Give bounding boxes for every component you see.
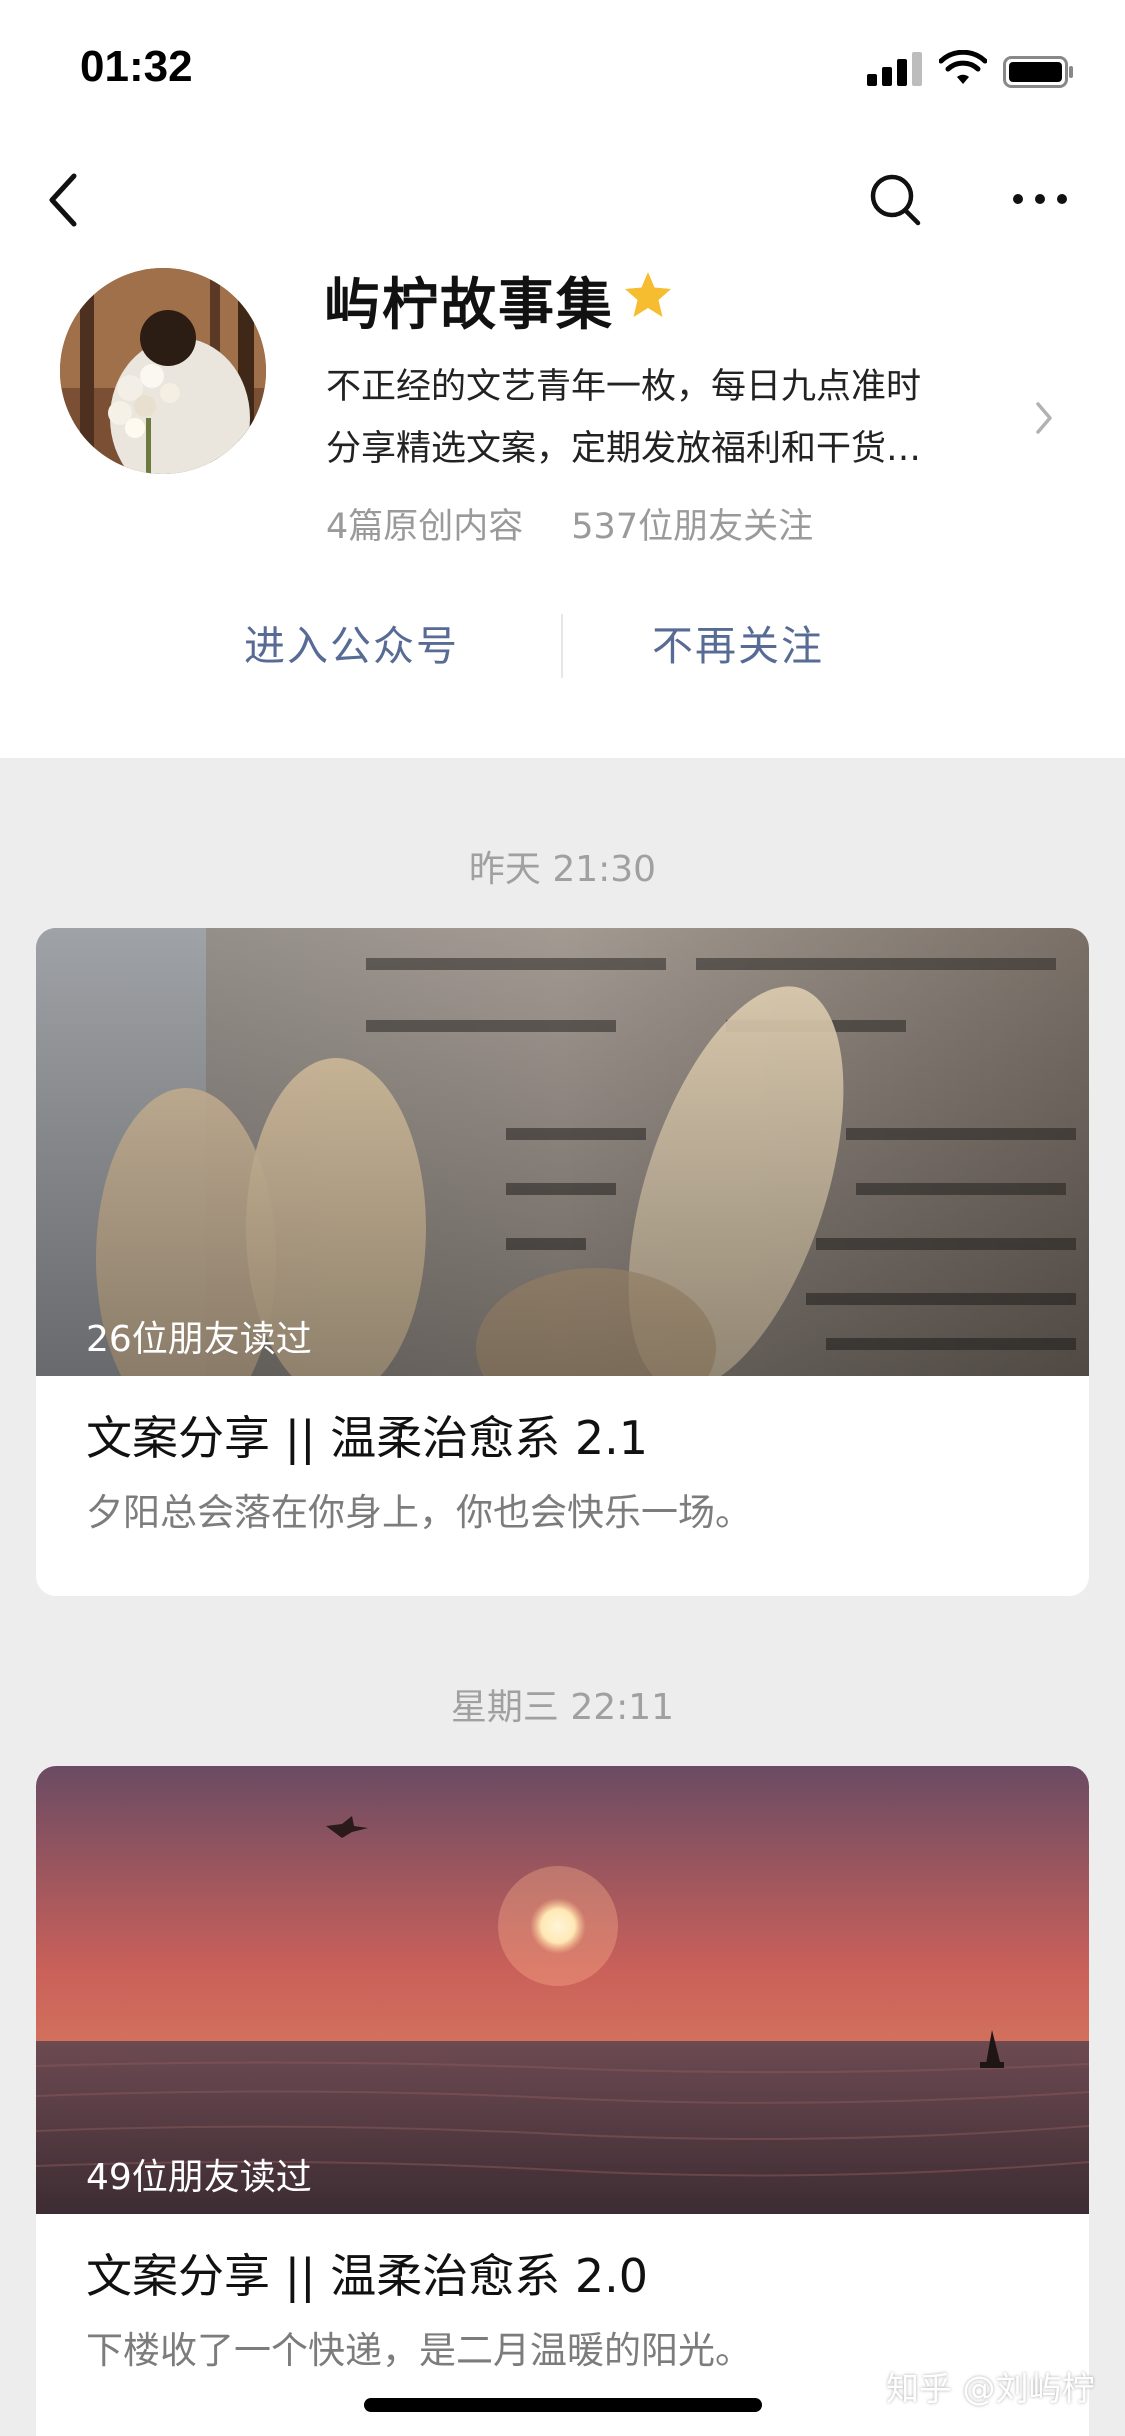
back-icon[interactable]	[42, 170, 86, 230]
article-cover-image	[36, 928, 1089, 1376]
more-icon[interactable]	[1010, 182, 1070, 216]
avatar[interactable]	[60, 268, 266, 474]
status-time: 01:32	[80, 42, 193, 91]
original-count: 4篇原创内容	[326, 507, 524, 547]
description-line: 分享精选文案，定期发放福利和干货…	[326, 429, 922, 469]
unfollow-button[interactable]: 不再关注	[652, 612, 824, 672]
article-summary: 下楼收了一个快递，是二月温暖的阳光。	[86, 2329, 752, 2372]
star-icon	[625, 272, 671, 317]
account-stats: 4篇原创内容 537位朋友关注	[326, 498, 813, 549]
battery-icon	[1003, 56, 1073, 88]
enter-account-button[interactable]: 进入公众号	[244, 612, 459, 672]
status-icons	[867, 50, 1087, 90]
watermark: 知乎 @刘屿柠	[886, 2369, 1095, 2408]
action-divider	[561, 614, 563, 678]
home-indicator[interactable]	[364, 2398, 762, 2412]
article-title: 文案分享 || 温柔治愈系 2.1	[86, 1411, 649, 1465]
account-name: 屿柠故事集	[324, 273, 614, 338]
read-count: 26位朋友读过	[86, 1319, 312, 1360]
article-card[interactable]: 49位朋友读过 文案分享 || 温柔治愈系 2.0 下楼收了一个快递，是二月温暖…	[36, 1766, 1089, 2436]
article-card[interactable]: 26位朋友读过 文案分享 || 温柔治愈系 2.1 夕阳总会落在你身上，你也会快…	[36, 928, 1089, 1596]
post-time: 星期三 22:11	[450, 1687, 675, 1728]
read-count: 49位朋友读过	[86, 2157, 312, 2198]
article-title: 文案分享 || 温柔治愈系 2.0	[86, 2249, 649, 2303]
account-description[interactable]: 不正经的文艺青年一枚，每日九点准时 分享精选文案，定期发放福利和干货…	[326, 356, 1026, 480]
description-line: 不正经的文艺青年一枚，每日九点准时	[326, 367, 922, 407]
post-time: 昨天 21:30	[468, 849, 657, 890]
article-summary: 夕阳总会落在你身上，你也会快乐一场。	[86, 1491, 752, 1534]
search-icon[interactable]	[868, 170, 924, 230]
chevron-right-icon[interactable]	[1030, 398, 1058, 438]
signal-icon	[867, 50, 923, 90]
article-cover-image	[36, 1766, 1089, 2214]
follower-count: 537位朋友关注	[571, 507, 814, 547]
wifi-icon	[939, 50, 987, 84]
